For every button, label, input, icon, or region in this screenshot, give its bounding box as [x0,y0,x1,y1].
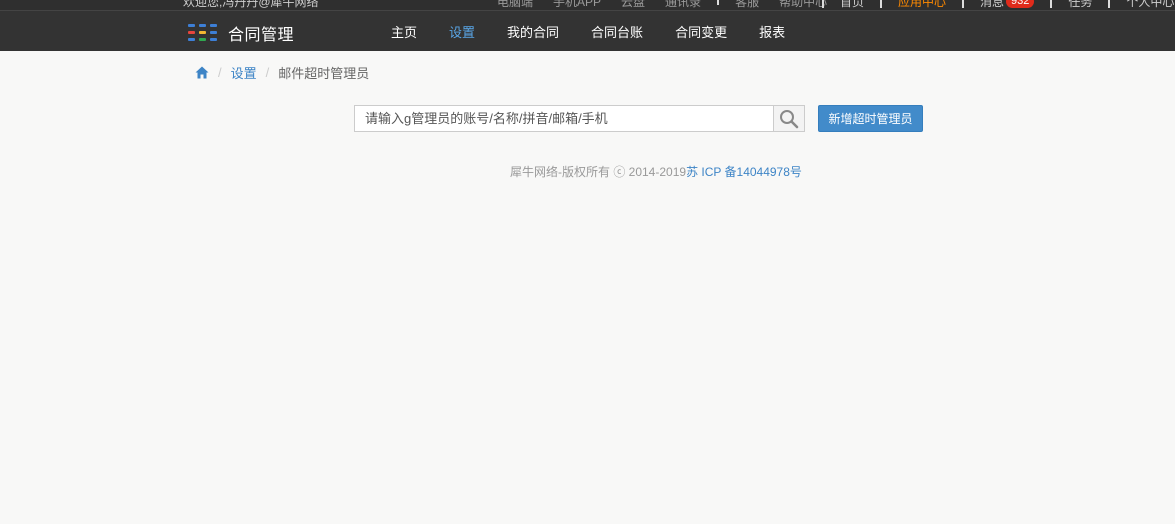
nav-menu: 主页 设置 我的合同 合同台账 合同变更 报表 [391,11,817,51]
search-bar [354,105,805,132]
nav-item-home[interactable]: 主页 [391,22,417,41]
nav-item-contract-changes[interactable]: 合同变更 [675,22,727,41]
add-timeout-admin-button[interactable]: 新增超时管理员 [818,105,923,132]
util-link-cloud[interactable]: 云盘 [621,0,645,10]
nav-item-reports[interactable]: 报表 [759,22,785,41]
user-links: 首页 应用中心 消息 932 任务 个人中心 [822,0,1174,10]
breadcrumb: / 设置 / 邮件超时管理员 [195,63,369,82]
util-link-contacts[interactable]: 通讯录 [665,0,701,10]
breadcrumb-separator: / [218,65,222,80]
nav-item-contract-ledger[interactable]: 合同台账 [591,22,643,41]
nav-item-settings[interactable]: 设置 [449,22,475,41]
divider [1108,0,1111,8]
breadcrumb-settings[interactable]: 设置 [231,63,257,82]
breadcrumb-separator: / [265,65,270,80]
main-navbar: 合同管理 主页 设置 我的合同 合同台账 合同变更 报表 [0,10,1175,51]
search-button[interactable] [773,105,805,132]
link-tasks[interactable]: 任务 [1068,0,1092,10]
link-messages[interactable]: 消息 [980,0,1004,10]
copyright-text: 犀牛网络-版权所有 ⓒ 2014-2019 [510,165,687,179]
util-link-help[interactable]: 帮助中心 [779,0,827,10]
util-link-app[interactable]: 手机APP [553,0,601,10]
link-personal-center[interactable]: 个人中心 [1126,0,1174,10]
util-link-pc[interactable]: 电脑端 [497,0,533,10]
divider [822,0,824,8]
divider [1050,0,1053,8]
nav-item-my-contracts[interactable]: 我的合同 [507,22,559,41]
link-home[interactable]: 首页 [840,0,864,10]
divider [962,0,965,8]
home-icon[interactable] [195,66,209,79]
app-title: 合同管理 [228,27,295,44]
app-grid-icon [188,24,218,42]
footer: 犀牛网络-版权所有 ⓒ 2014-2019苏 ICP 备14044978号 [510,163,802,180]
welcome-text: 欢迎您,冯丹丹@犀牛网络 [183,0,319,9]
message-count-badge: 932 [1006,0,1035,8]
search-icon [780,109,799,128]
utility-links: 电脑端 手机APP 云盘 通讯录 客服 帮助中心 [497,0,827,10]
divider [880,0,883,8]
link-app-center[interactable]: 应用中心 [898,0,946,10]
divider [717,0,720,5]
search-input[interactable] [354,105,773,132]
app-logo[interactable]: 合同管理 [188,21,294,45]
util-link-service[interactable]: 客服 [735,0,759,10]
icp-link[interactable]: 苏 ICP 备14044978号 [686,165,802,179]
breadcrumb-current: 邮件超时管理员 [278,66,370,81]
top-utility-bar: 欢迎您,冯丹丹@犀牛网络 电脑端 手机APP 云盘 通讯录 客服 帮助中心 首页… [0,0,1175,10]
